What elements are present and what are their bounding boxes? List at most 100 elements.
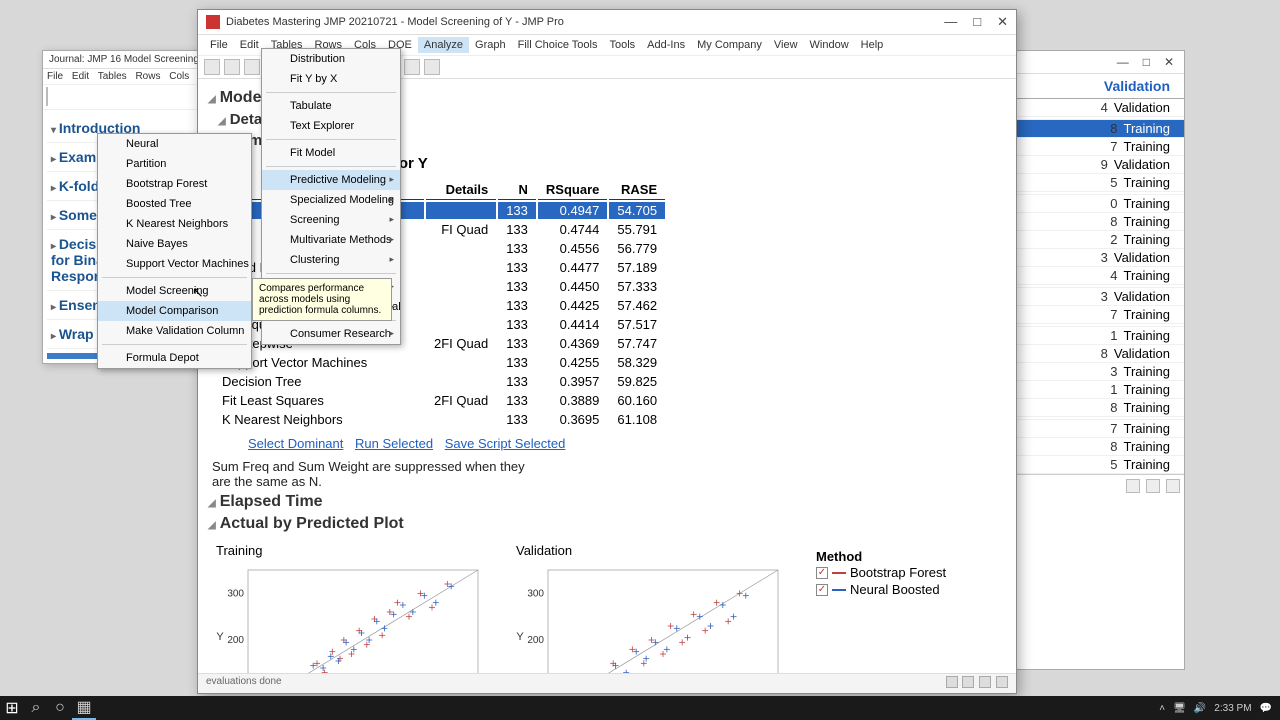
- mi-textexplorer[interactable]: Text Explorer: [262, 116, 400, 136]
- mi-svm[interactable]: Support Vector Machines: [98, 254, 251, 274]
- link-run-selected[interactable]: Run Selected: [355, 436, 433, 451]
- mi-fitmodel[interactable]: Fit Model: [262, 143, 400, 163]
- status-icon[interactable]: [946, 676, 958, 688]
- mi-partition[interactable]: Partition: [98, 154, 251, 174]
- mi-clustering[interactable]: Clustering: [262, 250, 400, 270]
- tool-icon[interactable]: [204, 59, 220, 75]
- link-save-script[interactable]: Save Script Selected: [445, 436, 566, 451]
- table-row[interactable]: K Nearest Neighbors1330.369561.108: [214, 411, 665, 428]
- validation-row[interactable]: 3Validation: [1016, 288, 1184, 306]
- mi-formuladepot[interactable]: Formula Depot: [98, 348, 251, 368]
- tool-icon[interactable]: [244, 59, 260, 75]
- journal-menu[interactable]: File: [47, 71, 63, 82]
- validation-row[interactable]: 8Training: [1016, 120, 1184, 138]
- menu-graph[interactable]: Graph: [469, 37, 512, 53]
- col-details[interactable]: Details: [426, 180, 496, 200]
- validation-row[interactable]: 1Training: [1016, 327, 1184, 345]
- training-scatter[interactable]: 300200100Y: [208, 560, 488, 684]
- menu-window[interactable]: Window: [804, 37, 855, 53]
- validation-row[interactable]: 3Training: [1016, 363, 1184, 381]
- validation-row[interactable]: 5Training: [1016, 174, 1184, 192]
- validation-row[interactable]: 8Training: [1016, 213, 1184, 231]
- tray-icon[interactable]: ˄: [1159, 703, 1165, 714]
- minimize-icon[interactable]: —: [944, 14, 957, 30]
- mi-makevalidation[interactable]: Make Validation Column: [98, 321, 251, 341]
- journal-menu[interactable]: Rows: [135, 71, 160, 82]
- footer-icon[interactable]: [1126, 479, 1140, 493]
- maximize-icon[interactable]: □: [973, 14, 981, 30]
- section-elapsed[interactable]: Elapsed Time: [208, 491, 1006, 513]
- journal-menu[interactable]: Edit: [72, 71, 89, 82]
- legend-checkbox[interactable]: ✓: [816, 567, 828, 579]
- journal-menu[interactable]: Tables: [98, 71, 127, 82]
- journal-menu[interactable]: Cols: [169, 71, 189, 82]
- mi-screening[interactable]: Screening: [262, 210, 400, 230]
- validation-row[interactable]: 4Validation: [1016, 99, 1184, 117]
- mi-specialized[interactable]: Specialized Modeling: [262, 190, 400, 210]
- validation-row[interactable]: 4Training: [1016, 267, 1184, 285]
- validation-row[interactable]: 7Training: [1016, 420, 1184, 438]
- mi-neural[interactable]: Neural: [98, 134, 251, 154]
- mi-consumer[interactable]: Consumer Research: [262, 324, 400, 344]
- footer-icon[interactable]: [1166, 479, 1180, 493]
- mi-fityx[interactable]: Fit Y by X: [262, 69, 400, 89]
- link-select-dominant[interactable]: Select Dominant: [248, 436, 343, 451]
- tool-icon[interactable]: [224, 59, 240, 75]
- clock[interactable]: 2:33 PM: [1214, 703, 1251, 714]
- col-rase[interactable]: RASE: [609, 180, 665, 200]
- maximize-icon[interactable]: □: [1143, 55, 1150, 69]
- close-icon[interactable]: ✕: [997, 14, 1008, 30]
- mi-distribution[interactable]: Distribution: [262, 49, 400, 69]
- mi-knn[interactable]: K Nearest Neighbors: [98, 214, 251, 234]
- close-icon[interactable]: ✕: [1164, 55, 1174, 69]
- legend-item[interactable]: ✓ Bootstrap Forest: [816, 564, 946, 581]
- legend-item[interactable]: ✓ Neural Boosted: [816, 581, 946, 598]
- status-icon[interactable]: [962, 676, 974, 688]
- table-row[interactable]: Fit Least Squares2FI Quad1330.388960.160: [214, 392, 665, 409]
- tool-icon[interactable]: [46, 87, 48, 106]
- status-icon[interactable]: [979, 676, 991, 688]
- jmp-taskbar-icon[interactable]: ▦: [72, 696, 96, 720]
- legend-checkbox[interactable]: ✓: [816, 584, 828, 596]
- menu-help[interactable]: Help: [855, 37, 890, 53]
- validation-row[interactable]: 2Training: [1016, 231, 1184, 249]
- validation-scatter[interactable]: 300200100Y: [508, 560, 788, 684]
- validation-row[interactable]: 7Training: [1016, 138, 1184, 156]
- validation-row[interactable]: 7Training: [1016, 306, 1184, 324]
- tray-icon[interactable]: 🖥: [1173, 703, 1186, 714]
- mi-modelscreening[interactable]: Model Screening: [98, 281, 251, 301]
- mi-modelcomparison[interactable]: Model Comparison: [98, 301, 251, 321]
- cortana-icon[interactable]: ○: [48, 696, 72, 720]
- validation-row[interactable]: 8Training: [1016, 438, 1184, 456]
- start-button[interactable]: ⊞: [0, 696, 24, 720]
- menu-analyze[interactable]: Analyze: [418, 37, 469, 53]
- footer-icon[interactable]: [1146, 479, 1160, 493]
- validation-row[interactable]: 3Validation: [1016, 249, 1184, 267]
- validation-row[interactable]: 0Training: [1016, 195, 1184, 213]
- tool-icon[interactable]: [404, 59, 420, 75]
- menu-view[interactable]: View: [768, 37, 804, 53]
- tool-icon[interactable]: [424, 59, 440, 75]
- col-n[interactable]: N: [498, 180, 536, 200]
- mi-bootstrap[interactable]: Bootstrap Forest: [98, 174, 251, 194]
- table-row[interactable]: Decision Tree1330.395759.825: [214, 373, 665, 390]
- menu-fillchoice[interactable]: Fill Choice Tools: [512, 37, 604, 53]
- mi-boosted[interactable]: Boosted Tree: [98, 194, 251, 214]
- validation-row[interactable]: 5Training: [1016, 456, 1184, 474]
- validation-row[interactable]: 8Training: [1016, 399, 1184, 417]
- menu-mycompany[interactable]: My Company: [691, 37, 768, 53]
- mi-naivebayes[interactable]: Naive Bayes: [98, 234, 251, 254]
- validation-row[interactable]: 9Validation: [1016, 156, 1184, 174]
- menu-tools[interactable]: Tools: [603, 37, 641, 53]
- search-icon[interactable]: ⌕: [24, 696, 48, 720]
- col-rsquare[interactable]: RSquare: [538, 180, 607, 200]
- status-icon[interactable]: [996, 676, 1008, 688]
- mi-tabulate[interactable]: Tabulate: [262, 96, 400, 116]
- validation-row[interactable]: 1Training: [1016, 381, 1184, 399]
- table-row[interactable]: Support Vector Machines1330.425558.329: [214, 354, 665, 371]
- section-actual-predicted[interactable]: Actual by Predicted Plot: [208, 513, 1006, 535]
- validation-column-header[interactable]: Validation: [1016, 74, 1184, 99]
- notifications-icon[interactable]: 💬: [1260, 703, 1272, 714]
- menu-addins[interactable]: Add-Ins: [641, 37, 691, 53]
- menu-file[interactable]: File: [204, 37, 234, 53]
